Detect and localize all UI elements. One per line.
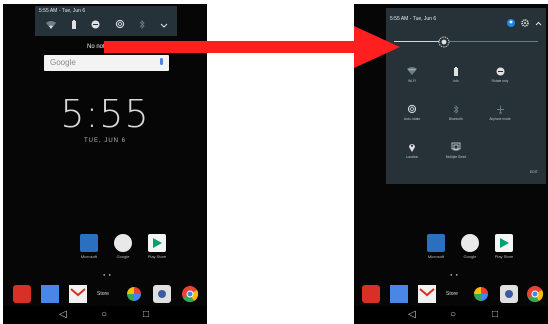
home-icon[interactable]: ○: [101, 309, 107, 320]
app-label: Play Store: [147, 254, 167, 259]
gmail-icon[interactable]: [418, 285, 436, 303]
page-indicator: ● ●: [103, 272, 112, 277]
youtube-icon[interactable]: [362, 285, 380, 303]
calendar-icon[interactable]: [41, 285, 59, 303]
wifi-icon[interactable]: [46, 16, 57, 34]
back-icon[interactable]: ◁: [408, 309, 416, 320]
tile-bluetooth[interactable]: Bluetooth: [436, 104, 476, 121]
tile-label: Multiple Sleek: [445, 155, 467, 159]
chevron-up-icon[interactable]: [535, 14, 542, 32]
app-play-store[interactable]: Play Store: [492, 234, 516, 259]
app-label: Microsoft: [427, 254, 445, 259]
tile-label: Bluetooth: [449, 117, 463, 121]
red-arrow-annotation: [104, 26, 400, 68]
tile-label: Auto-rotate: [403, 117, 421, 121]
do-not-disturb-icon: [480, 66, 520, 76]
app-microsoft[interactable]: Microsoft: [77, 234, 101, 259]
tile-location[interactable]: Location: [392, 142, 432, 159]
do-not-disturb-icon[interactable]: [91, 16, 100, 34]
recents-icon[interactable]: □: [492, 309, 498, 320]
app-google[interactable]: Google: [111, 234, 135, 259]
brightness-icon[interactable]: [438, 35, 450, 53]
app-label: Play Store: [494, 254, 514, 259]
page-indicator: ● ●: [450, 272, 459, 277]
gmail-icon[interactable]: [69, 285, 87, 303]
back-icon[interactable]: ◁: [59, 309, 67, 320]
google-folder-icon: [114, 234, 132, 252]
tile-label: Airplane mode: [489, 117, 511, 121]
chrome-icon[interactable]: [526, 285, 544, 303]
tile-label: Wi-Fi: [408, 79, 416, 83]
brightness-slider[interactable]: [394, 41, 538, 42]
search-placeholder: Google: [50, 58, 76, 67]
clock-time: 5:55: [60, 92, 150, 136]
clock-date: TUE, JUN 6: [83, 138, 126, 144]
photos-icon[interactable]: [125, 285, 143, 303]
camera-icon[interactable]: [500, 285, 518, 303]
play-store-icon: [495, 234, 513, 252]
status-text: 5:55 AM - Tue, Jun 6: [390, 16, 437, 22]
dock: Store: [3, 283, 207, 305]
quick-settings-header-icons: [507, 14, 542, 32]
youtube-icon[interactable]: [13, 285, 31, 303]
recents-icon[interactable]: □: [143, 309, 149, 320]
photos-icon[interactable]: [472, 285, 490, 303]
airplane-icon: [480, 104, 520, 114]
battery-icon: [436, 66, 476, 76]
battery-icon[interactable]: [71, 16, 77, 34]
app-google[interactable]: Google: [458, 234, 482, 259]
brightness-level: [394, 41, 445, 42]
edit-button[interactable]: EDIT: [530, 170, 538, 174]
bluetooth-icon: [436, 104, 476, 114]
app-label: Google: [463, 254, 477, 259]
tile-label: Location: [405, 155, 419, 159]
app-label: Google: [116, 254, 130, 259]
tile-rotate-only[interactable]: Rotate only: [480, 66, 520, 83]
camera-icon[interactable]: [153, 285, 171, 303]
play-store-icon: [148, 234, 166, 252]
calendar-icon[interactable]: [390, 285, 408, 303]
app-label: Microsoft: [80, 254, 98, 259]
tile-wifi[interactable]: Wi-Fi: [392, 66, 432, 83]
tile-multiple-sleek[interactable]: Multiple Sleek: [436, 142, 476, 159]
tile-label: Info: [453, 79, 459, 83]
gear-icon[interactable]: [521, 14, 529, 32]
microsoft-folder-icon: [427, 234, 445, 252]
google-folder-icon: [461, 234, 479, 252]
tile-airplane-mode[interactable]: Airplane mode: [480, 104, 520, 121]
microsoft-folder-icon: [80, 234, 98, 252]
user-icon[interactable]: [507, 14, 515, 32]
status-text: 5:55 AM - Tue, Jun 6: [39, 8, 86, 14]
location-icon: [392, 142, 432, 152]
navigation-bar: ◁ ○ □: [354, 306, 548, 324]
tile-info[interactable]: Info: [436, 66, 476, 83]
auto-rotate-icon: [392, 104, 432, 114]
dock: Store: [354, 283, 548, 305]
tile-auto-rotate[interactable]: Auto-rotate: [392, 104, 432, 121]
home-icon[interactable]: ○: [450, 309, 456, 320]
chrome-icon[interactable]: [181, 285, 199, 303]
expanded-quick-settings: 5:55 AM - Tue, Jun 6 Wi-Fi Info Rotate o…: [386, 8, 546, 184]
cast-icon: [436, 142, 476, 152]
app-play-store[interactable]: Play Store: [145, 234, 169, 259]
navigation-bar: ◁ ○ □: [3, 306, 207, 324]
app-microsoft[interactable]: Microsoft: [424, 234, 448, 259]
tile-label: Rotate only: [491, 79, 509, 83]
